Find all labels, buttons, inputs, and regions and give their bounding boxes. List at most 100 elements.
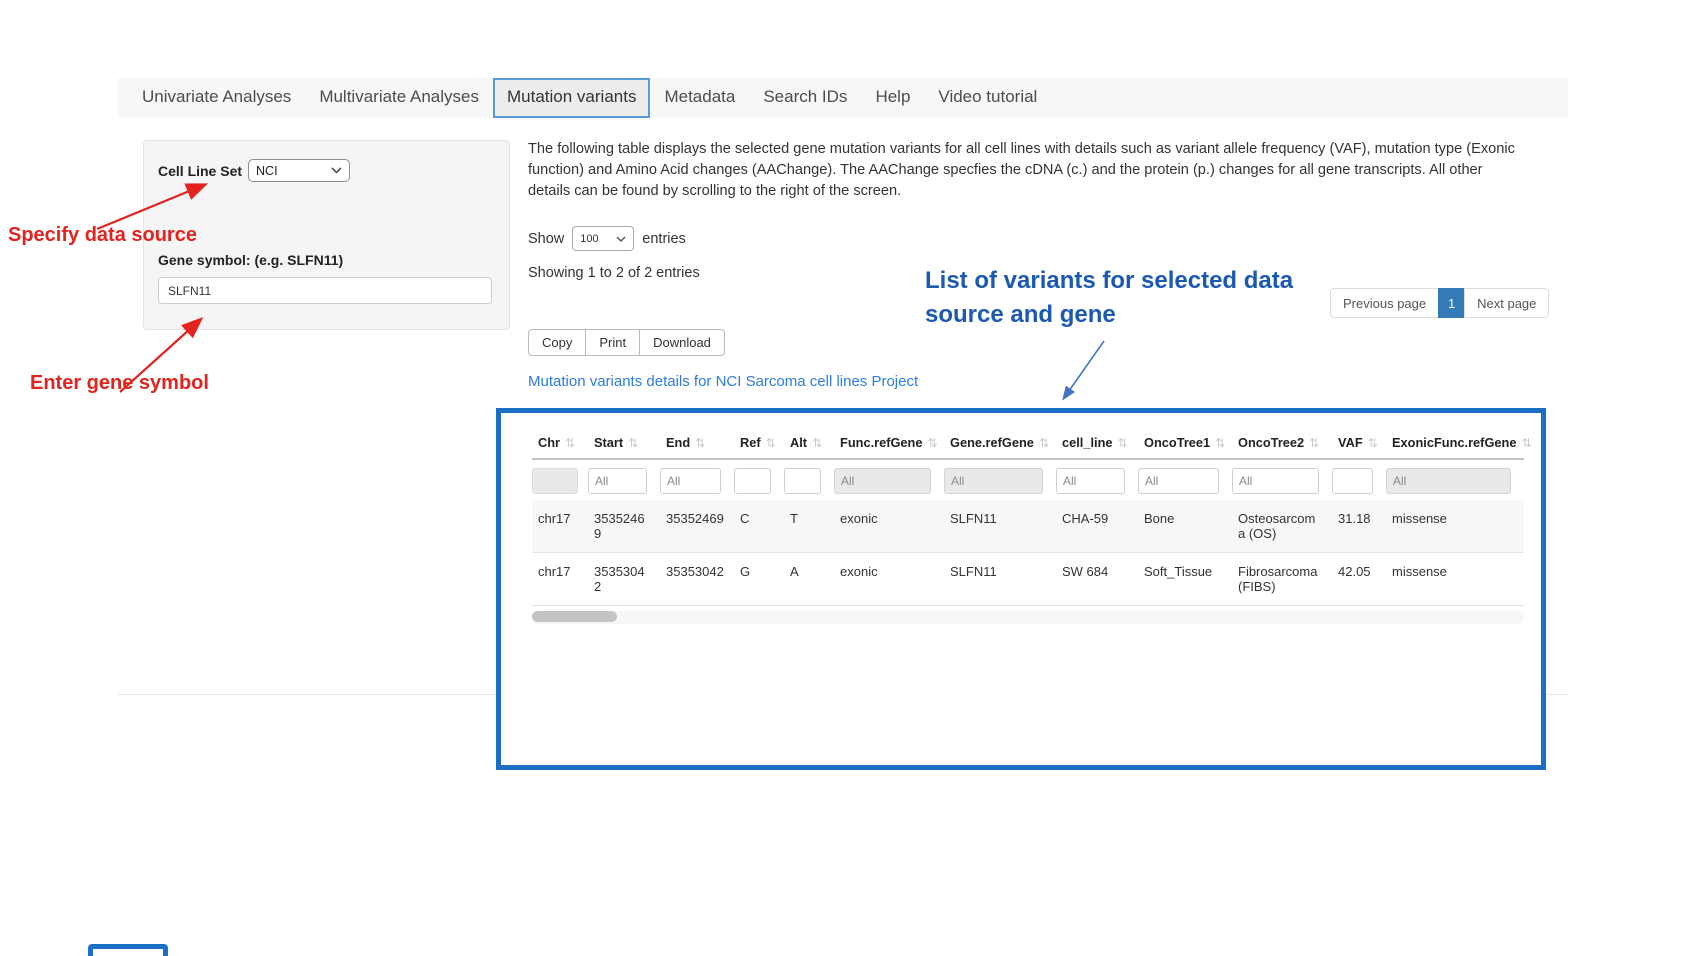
column-header-label: VAF	[1338, 435, 1363, 450]
table-cell: T	[784, 500, 834, 553]
filter-input-oncotree1[interactable]	[1138, 468, 1219, 494]
filter-input-oncotree2[interactable]	[1232, 468, 1319, 494]
sort-icon[interactable]: ⇅	[565, 436, 575, 450]
sort-icon[interactable]: ⇅	[1118, 436, 1128, 450]
table-cell: C	[734, 500, 784, 553]
filter-input-ref[interactable]	[734, 468, 771, 494]
filter-cell-func-refgene	[834, 459, 944, 500]
annotation-variants-note: List of variants for selected data sourc…	[925, 264, 1345, 332]
table-cell: exonic	[834, 500, 944, 553]
column-header-alt[interactable]: Alt ⇅	[784, 427, 834, 459]
column-header-label: Alt	[790, 435, 807, 450]
gene-symbol-input[interactable]	[158, 277, 492, 304]
sort-icon[interactable]: ⇅	[1521, 436, 1531, 450]
sort-icon[interactable]: ⇅	[1309, 436, 1319, 450]
table-cell: SW 684	[1056, 553, 1138, 606]
tab-search-ids[interactable]: Search IDs	[749, 78, 861, 118]
filter-input-start[interactable]	[588, 468, 647, 494]
filter-input-vaf[interactable]	[1332, 468, 1373, 494]
sort-icon[interactable]: ⇅	[1215, 436, 1225, 450]
pagination-previous-button[interactable]: Previous page	[1330, 288, 1439, 318]
column-header-label: OncoTree1	[1144, 435, 1210, 450]
table-cell: G	[734, 553, 784, 606]
filter-cell-exonicfunc-refgene	[1386, 459, 1524, 500]
filter-cell-oncotree1	[1138, 459, 1232, 500]
table-cell: missense	[1386, 553, 1524, 606]
copy-button[interactable]: Copy	[528, 329, 586, 356]
table-cell: 31.18	[1332, 500, 1386, 553]
column-header-oncotree2[interactable]: OncoTree2 ⇅	[1232, 427, 1332, 459]
pagination-next-button[interactable]: Next page	[1464, 288, 1549, 318]
column-header-label: OncoTree2	[1238, 435, 1304, 450]
pagination-page-1[interactable]: 1	[1438, 288, 1465, 318]
gene-symbol-label: Gene symbol: (e.g. SLFN11)	[158, 252, 495, 268]
horizontal-scrollbar[interactable]	[532, 611, 1524, 624]
page-length-select[interactable]: 100	[572, 226, 634, 251]
entries-label: entries	[642, 231, 686, 247]
table-cell: Fibrosarcoma (FIBS)	[1232, 553, 1332, 606]
filter-cell-oncotree2	[1232, 459, 1332, 500]
sort-icon[interactable]: ⇅	[928, 436, 938, 450]
filter-cell-alt	[784, 459, 834, 500]
table-cell: 35352469	[588, 500, 660, 553]
column-header-label: Func.refGene	[840, 435, 923, 450]
table-cell: Soft_Tissue	[1138, 553, 1232, 606]
tab-metadata[interactable]: Metadata	[650, 78, 749, 118]
tab-help[interactable]: Help	[861, 78, 924, 118]
column-header-label: End	[666, 435, 690, 450]
chevron-down-icon	[331, 167, 342, 174]
table-filter-row	[532, 459, 1524, 500]
table-cell: 42.05	[1332, 553, 1386, 606]
table-cell: missense	[1386, 500, 1524, 553]
tab-mutation-variants[interactable]: Mutation variants	[493, 78, 650, 118]
table-cell: CHA-59	[1056, 500, 1138, 553]
annotation-variants-note-line1: List of variants for selected data	[925, 267, 1293, 294]
column-header-exonicfunc-refgene[interactable]: ExonicFunc.refGene⇅	[1386, 427, 1524, 459]
table-cell: exonic	[834, 553, 944, 606]
table-cell: SLFN11	[944, 500, 1056, 553]
tab-multivariate-analyses[interactable]: Multivariate Analyses	[305, 78, 493, 118]
column-header-end[interactable]: End ⇅	[660, 427, 734, 459]
sort-icon[interactable]: ⇅	[812, 436, 822, 450]
table-cell: 35353042	[588, 553, 660, 606]
column-header-ref[interactable]: Ref⇅	[734, 427, 784, 459]
filter-input-cell-line[interactable]	[1056, 468, 1125, 494]
sort-icon[interactable]: ⇅	[766, 436, 776, 450]
tab-video-tutorial[interactable]: Video tutorial	[924, 78, 1051, 118]
filter-input-alt[interactable]	[784, 468, 821, 494]
showing-info: Showing 1 to 2 of 2 entries	[528, 265, 700, 281]
column-header-start[interactable]: Start⇅	[588, 427, 660, 459]
filter-input-gene-refgene[interactable]	[944, 468, 1043, 494]
sort-icon[interactable]: ⇅	[1039, 436, 1049, 450]
column-header-vaf[interactable]: VAF ⇅	[1332, 427, 1386, 459]
cell-line-set-select[interactable]: NCI	[248, 159, 350, 182]
scrollbar-thumb[interactable]	[532, 611, 617, 622]
filter-cell-ref	[734, 459, 784, 500]
column-header-gene-refgene[interactable]: Gene.refGene⇅	[944, 427, 1056, 459]
sort-icon[interactable]: ⇅	[1368, 436, 1378, 450]
filter-input-exonicfunc-refgene[interactable]	[1386, 468, 1511, 494]
column-header-func-refgene[interactable]: Func.refGene ⇅	[834, 427, 944, 459]
filter-input-func-refgene[interactable]	[834, 468, 931, 494]
print-button[interactable]: Print	[585, 329, 640, 356]
sort-icon[interactable]: ⇅	[628, 436, 638, 450]
tab-univariate-analyses[interactable]: Univariate Analyses	[128, 78, 305, 118]
filter-input-end[interactable]	[660, 468, 721, 494]
table-row[interactable]: chr173535246935352469CTexonicSLFN11CHA-5…	[532, 500, 1524, 553]
navbar: Univariate AnalysesMultivariate Analyses…	[118, 78, 1568, 118]
chevron-down-icon	[616, 236, 626, 242]
sort-icon[interactable]: ⇅	[695, 436, 705, 450]
annotation-variants-note-line2: source and gene	[925, 301, 1116, 328]
table-cell: 35353042	[660, 553, 734, 606]
column-header-label: Chr	[538, 435, 560, 450]
column-header-cell-line[interactable]: cell_line⇅	[1056, 427, 1138, 459]
table-cell: Bone	[1138, 500, 1232, 553]
table-row[interactable]: chr173535304235353042GAexonicSLFN11SW 68…	[532, 553, 1524, 606]
column-header-oncotree1[interactable]: OncoTree1 ⇅	[1138, 427, 1232, 459]
annotation-specify-data-source: Specify data source	[8, 224, 197, 247]
table-caption-link[interactable]: Mutation variants details for NCI Sarcom…	[528, 373, 918, 390]
download-button[interactable]: Download	[639, 329, 725, 356]
column-header-chr[interactable]: Chr ⇅	[532, 427, 588, 459]
page: Univariate AnalysesMultivariate Analyses…	[0, 0, 1700, 956]
sidebar-panel: Cell Line Set NCI Gene symbol: (e.g. SLF…	[143, 140, 510, 330]
